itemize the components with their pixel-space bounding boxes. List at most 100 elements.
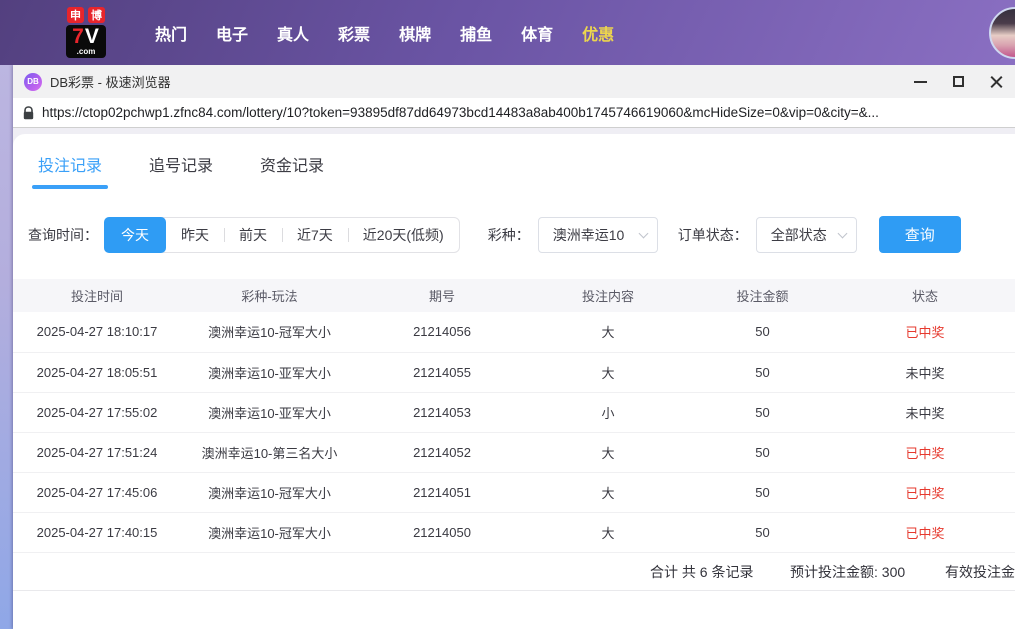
cell-amount: 50 xyxy=(690,512,835,553)
bet-records-table: 投注时间 彩种-玩法 期号 投注内容 投注金额 状态 2025-04-27 18… xyxy=(13,279,1015,553)
cell-time: 2025-04-27 18:05:51 xyxy=(13,352,181,393)
cell-issue: 21214051 xyxy=(358,472,526,513)
nav-item-live[interactable]: 真人 xyxy=(277,21,309,45)
status-badge: 已中奖 xyxy=(905,325,945,341)
nav-item-promo[interactable]: 优惠 xyxy=(582,21,614,45)
cell-issue: 21214053 xyxy=(358,392,526,433)
page-content: 投注记录 追号记录 资金记录 查询时间： 今天 昨天 前天 近7天 近20天(低… xyxy=(13,128,1015,629)
cell-issue: 21214052 xyxy=(358,432,526,473)
logo-box: 7V .com xyxy=(66,25,106,58)
time-option-today[interactable]: 今天 xyxy=(104,216,166,253)
time-option-daybefore[interactable]: 前天 xyxy=(224,218,282,252)
cell-content: 大 xyxy=(526,512,690,553)
table-row[interactable]: 2025-04-27 18:05:51 澳洲幸运10-亚军大小 21214055… xyxy=(13,352,1015,393)
logo-badge-bo: 博 xyxy=(88,7,105,23)
logo-badge-shen: 申 xyxy=(67,7,84,23)
cell-game: 澳洲幸运10-冠军大小 xyxy=(181,312,358,353)
close-button[interactable] xyxy=(977,65,1015,98)
tab-fund-records[interactable]: 资金记录 xyxy=(260,152,324,189)
url-bar[interactable]: https://ctop02pchwp1.zfnc84.com/lottery/… xyxy=(13,98,1015,128)
db-favicon-icon: DB xyxy=(24,72,42,91)
nav-item-slots[interactable]: 电子 xyxy=(216,21,248,45)
lottery-select[interactable]: 澳洲幸运10 xyxy=(537,216,658,253)
search-button[interactable]: 查询 xyxy=(878,216,961,253)
lottery-select-value: 澳洲幸运10 xyxy=(552,226,625,243)
cell-time: 2025-04-27 17:40:15 xyxy=(13,512,181,553)
time-filter-label: 查询时间： xyxy=(28,226,98,243)
url-text[interactable]: https://ctop02pchwp1.zfnc84.com/lottery/… xyxy=(42,105,879,120)
table-row[interactable]: 2025-04-27 17:55:02 澳洲幸运10-亚军大小 21214053… xyxy=(13,392,1015,433)
col-bet-time: 投注时间 xyxy=(13,279,181,312)
table-row[interactable]: 2025-04-27 17:51:24 澳洲幸运10-第三名大小 2121405… xyxy=(13,432,1015,473)
minimize-icon xyxy=(913,80,927,83)
user-avatar[interactable] xyxy=(989,7,1015,59)
table-row[interactable]: 2025-04-27 17:40:15 澳洲幸运10-冠军大小 21214050… xyxy=(13,512,1015,553)
status-badge: 未中奖 xyxy=(905,405,945,421)
tab-chase-records[interactable]: 追号记录 xyxy=(149,152,213,189)
cell-time: 2025-04-27 17:55:02 xyxy=(13,392,181,433)
window-controls xyxy=(901,65,1015,98)
tab-bet-records[interactable]: 投注记录 xyxy=(31,152,109,189)
cell-content: 大 xyxy=(526,472,690,513)
logo-tld: .com xyxy=(76,47,96,56)
status-badge: 已中奖 xyxy=(905,525,945,541)
status-badge: 已中奖 xyxy=(905,485,945,501)
time-option-7days[interactable]: 近7天 xyxy=(282,218,348,252)
main-nav: 热门 电子 真人 彩票 棋牌 捕鱼 体育 优惠 xyxy=(155,21,614,45)
cell-game: 澳洲幸运10-亚军大小 xyxy=(181,392,358,433)
browser-window: DB DB彩票 - 极速浏览器 https://ctop02pchwp1.zfn… xyxy=(13,65,1015,629)
window-title: DB彩票 - 极速浏览器 xyxy=(50,75,171,90)
cell-status: 已中奖 xyxy=(835,472,1015,513)
summary-row: 合计 共 6 条记录 预计投注金额: 300 有效投注金额: xyxy=(13,553,1015,591)
cell-amount: 50 xyxy=(690,472,835,513)
cell-time: 2025-04-27 17:45:06 xyxy=(13,472,181,513)
cell-status: 已中奖 xyxy=(835,432,1015,473)
cell-issue: 21214055 xyxy=(358,352,526,393)
site-header: 申 博 7V .com 热门 电子 真人 彩票 棋牌 捕鱼 体育 优惠 xyxy=(0,0,1015,65)
time-option-yesterday[interactable]: 昨天 xyxy=(166,218,224,252)
cell-issue: 21214050 xyxy=(358,512,526,553)
cell-status: 已中奖 xyxy=(835,512,1015,553)
lottery-filter-label: 彩种： xyxy=(487,226,530,243)
record-tabs: 投注记录 追号记录 资金记录 xyxy=(13,134,1015,189)
table-row[interactable]: 2025-04-27 18:10:17 澳洲幸运10-冠军大小 21214056… xyxy=(13,312,1015,353)
cell-amount: 50 xyxy=(690,432,835,473)
nav-item-lottery[interactable]: 彩票 xyxy=(338,21,370,45)
order-status-select[interactable]: 全部状态 xyxy=(755,216,857,253)
col-game-play: 彩种-玩法 xyxy=(181,279,358,312)
cell-status: 已中奖 xyxy=(835,312,1015,353)
col-issue: 期号 xyxy=(358,279,526,312)
cell-content: 大 xyxy=(526,312,690,353)
filter-bar: 查询时间： 今天 昨天 前天 近7天 近20天(低频) 彩种： 澳洲幸运10 订… xyxy=(28,216,1015,253)
chevron-down-icon xyxy=(638,228,649,238)
summary-valid-amount: 有效投注金额: xyxy=(945,563,1015,580)
maximize-icon xyxy=(952,76,964,87)
col-bet-amount: 投注金额 xyxy=(690,279,835,312)
cell-status: 未中奖 xyxy=(835,352,1015,393)
minimize-button[interactable] xyxy=(901,65,939,98)
cell-game: 澳洲幸运10-冠军大小 xyxy=(181,472,358,513)
nav-item-cards[interactable]: 棋牌 xyxy=(399,21,431,45)
nav-item-hot[interactable]: 热门 xyxy=(155,21,187,45)
time-option-20days[interactable]: 近20天(低频) xyxy=(347,218,459,252)
window-titlebar[interactable]: DB DB彩票 - 极速浏览器 xyxy=(13,65,1015,98)
logo-brand-text: 7V xyxy=(72,25,100,48)
maximize-button[interactable] xyxy=(939,65,977,98)
col-bet-content: 投注内容 xyxy=(526,279,690,312)
table-row[interactable]: 2025-04-27 17:45:06 澳洲幸运10-冠军大小 21214051… xyxy=(13,472,1015,513)
cell-issue: 21214056 xyxy=(358,312,526,353)
status-badge: 已中奖 xyxy=(905,445,945,461)
cell-game: 澳洲幸运10-第三名大小 xyxy=(181,432,358,473)
cell-game: 澳洲幸运10-亚军大小 xyxy=(181,352,358,393)
cell-content: 小 xyxy=(526,392,690,433)
cell-amount: 50 xyxy=(690,392,835,433)
summary-expected-amount: 预计投注金额: 300 xyxy=(790,563,906,580)
nav-item-fishing[interactable]: 捕鱼 xyxy=(460,21,492,45)
site-logo[interactable]: 申 博 7V .com xyxy=(55,7,117,58)
nav-item-sports[interactable]: 体育 xyxy=(521,21,553,45)
cell-amount: 50 xyxy=(690,312,835,353)
cell-content: 大 xyxy=(526,432,690,473)
status-filter-label: 订单状态： xyxy=(677,226,748,243)
cell-time: 2025-04-27 18:10:17 xyxy=(13,312,181,353)
chevron-down-icon xyxy=(837,228,848,238)
